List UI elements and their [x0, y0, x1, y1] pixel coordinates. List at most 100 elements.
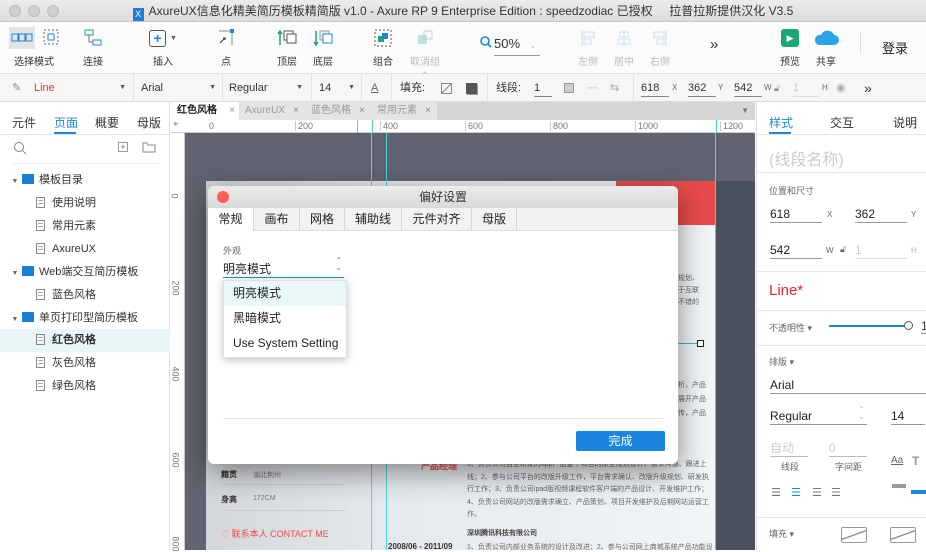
tree-folder[interactable]: ▼ 单页打印型简历模板 — [0, 307, 170, 330]
add-page-icon[interactable]: + — [118, 142, 128, 152]
expand-triangle-icon[interactable]: ▼ — [8, 170, 22, 193]
align-center-button[interactable]: 居中 — [612, 26, 636, 68]
share-button[interactable]: 共享 — [812, 26, 840, 68]
style-name[interactable]: Line* — [769, 282, 803, 299]
tree-page[interactable]: 使用说明 — [0, 192, 170, 215]
font-size-input[interactable]: 14 — [891, 408, 925, 425]
insert-button[interactable]: + ▼ 插入 — [143, 26, 183, 68]
option-system-setting[interactable]: Use System Setting — [224, 331, 346, 356]
send-to-back-button[interactable]: 底层 — [310, 26, 336, 68]
arrow-style-icon[interactable]: ⇆ — [610, 74, 619, 102]
dialog-tab-masters[interactable]: 母版 — [472, 208, 517, 231]
shadow-swatch[interactable] — [466, 83, 477, 94]
align-right-button[interactable]: 右侧 — [648, 26, 672, 68]
search-icon[interactable] — [14, 142, 27, 158]
close-tab-icon[interactable]: × — [359, 102, 365, 120]
minimize-window-button[interactable] — [28, 5, 40, 17]
tree-page[interactable]: AxureUX — [0, 238, 170, 261]
opacity-input[interactable]: 1 — [921, 319, 926, 334]
opacity-slider-track[interactable] — [829, 325, 909, 327]
tab-notes[interactable]: 说明 — [893, 114, 917, 131]
expand-triangle-icon[interactable]: ▼ — [8, 308, 22, 331]
close-window-button[interactable] — [9, 5, 21, 17]
dialog-tab-canvas[interactable]: 画布 — [254, 208, 300, 231]
fill-color-swatch[interactable] — [441, 83, 452, 94]
dialog-tab-snap[interactable]: 元件对齐 — [402, 208, 472, 231]
width-input[interactable]: 542 — [770, 242, 822, 259]
dialog-tab-general[interactable]: 常规 — [208, 208, 254, 231]
font-weight-select[interactable]: Regular ⌃ ⌄ — [770, 406, 867, 425]
tab-pages[interactable]: 页面 — [54, 114, 78, 131]
font-size-dropdown[interactable]: 14 ▼ — [319, 74, 355, 102]
align-center-text-icon[interactable]: ☰ — [791, 486, 801, 499]
option-dark-mode[interactable]: 黑暗模式 — [224, 306, 346, 331]
stroke-color-swatch[interactable] — [564, 83, 574, 93]
maximize-window-button[interactable] — [47, 5, 59, 17]
tab-style[interactable]: 样式 — [769, 114, 793, 131]
appearance-select[interactable]: 明亮模式 ⌃ ⌄ — [223, 257, 344, 278]
dialog-tab-guides[interactable]: 辅助线 — [345, 208, 402, 231]
x-input[interactable]: 618 — [641, 80, 669, 97]
font-dropdown[interactable]: Arial ▼ — [141, 74, 216, 102]
selected-line-widget[interactable] — [675, 343, 699, 344]
line-spacing-input[interactable]: 自动 — [770, 440, 808, 457]
tree-page[interactable]: 灰色风格 — [0, 352, 170, 375]
bring-to-front-button[interactable]: 顶层 — [274, 26, 300, 68]
tab-outline[interactable]: 概要 — [95, 114, 119, 131]
tab-masters[interactable]: 母版 — [137, 114, 161, 131]
align-left-button[interactable]: 左侧 — [576, 26, 600, 68]
height-input[interactable]: 1 — [793, 80, 819, 97]
justify-text-icon[interactable]: ☰ — [831, 486, 841, 499]
stroke-width-input[interactable]: 1 — [534, 80, 552, 97]
doc-tab[interactable]: AxureUX × — [239, 102, 305, 120]
tree-page[interactable]: 绿色风格 — [0, 375, 170, 398]
expand-triangle-icon[interactable]: ▼ — [8, 262, 22, 285]
doc-tab[interactable]: 常用元素 × — [371, 102, 437, 120]
zoom-dropdown[interactable]: 50% ⌄ — [494, 36, 540, 56]
height-input[interactable]: 1 — [855, 242, 907, 259]
tree-folder[interactable]: ▼ 模板目录 — [0, 169, 170, 192]
done-button[interactable]: 完成 — [576, 431, 665, 451]
guide-marker[interactable] — [357, 120, 358, 133]
dialog-tab-grid[interactable]: 网格 — [300, 208, 345, 231]
toolbar-overflow-button[interactable]: » — [710, 36, 718, 53]
font-weight-dropdown[interactable]: Regular ▼ — [229, 74, 303, 102]
align-right-text-icon[interactable]: ☰ — [812, 486, 822, 499]
guide-line[interactable] — [715, 133, 716, 550]
close-tab-icon[interactable]: × — [425, 102, 431, 120]
y-input[interactable]: 362 — [855, 206, 907, 223]
y-input[interactable]: 362 — [688, 80, 716, 97]
dialog-close-button[interactable] — [217, 191, 229, 203]
formatbar-overflow-button[interactable]: » — [864, 74, 872, 102]
add-folder-icon[interactable] — [142, 142, 156, 156]
lock-icon[interactable]: 🔓︎ — [774, 74, 780, 102]
tab-list-chevron-icon[interactable]: ▼ — [741, 106, 749, 115]
point-button[interactable]: 点 — [214, 26, 238, 68]
style-dropdown[interactable]: Line ▼ — [34, 74, 126, 102]
tree-page-selected[interactable]: 红色风格 — [0, 329, 170, 352]
fill-image-swatch[interactable] — [890, 527, 916, 543]
opacity-slider-thumb[interactable] — [904, 321, 913, 330]
group-button[interactable]: 组合 — [370, 26, 396, 68]
fill-color-swatch[interactable] — [841, 527, 867, 543]
guide-marker[interactable] — [372, 120, 373, 133]
text-shadow-icon[interactable]: T — [912, 454, 919, 468]
text-case-icon[interactable]: Aa — [891, 455, 903, 466]
guide-marker[interactable] — [716, 120, 717, 133]
tab-widgets[interactable]: 元件 — [12, 114, 36, 131]
tab-interactions[interactable]: 交互 — [830, 114, 854, 131]
preview-button[interactable]: ▶ 预览 — [778, 26, 802, 68]
doc-tab[interactable]: 蓝色风格 × — [305, 102, 371, 120]
login-button[interactable]: 登录 — [882, 38, 908, 57]
x-input[interactable]: 618 — [770, 206, 822, 223]
valign-top-icon[interactable] — [892, 484, 906, 488]
valign-middle-icon[interactable] — [911, 490, 926, 494]
close-tab-icon[interactable]: × — [293, 102, 299, 120]
select-mode-button[interactable]: 选择模式 — [8, 26, 60, 68]
font-family-input[interactable]: Arial — [770, 377, 926, 394]
connect-button[interactable]: 连接 — [78, 26, 108, 68]
lock-icon[interactable]: 🔓︎ — [840, 244, 846, 255]
width-input[interactable]: 542 — [734, 80, 762, 97]
resize-handle[interactable] — [697, 340, 704, 347]
stroke-pattern-icon[interactable]: ┈┈ — [587, 74, 598, 102]
